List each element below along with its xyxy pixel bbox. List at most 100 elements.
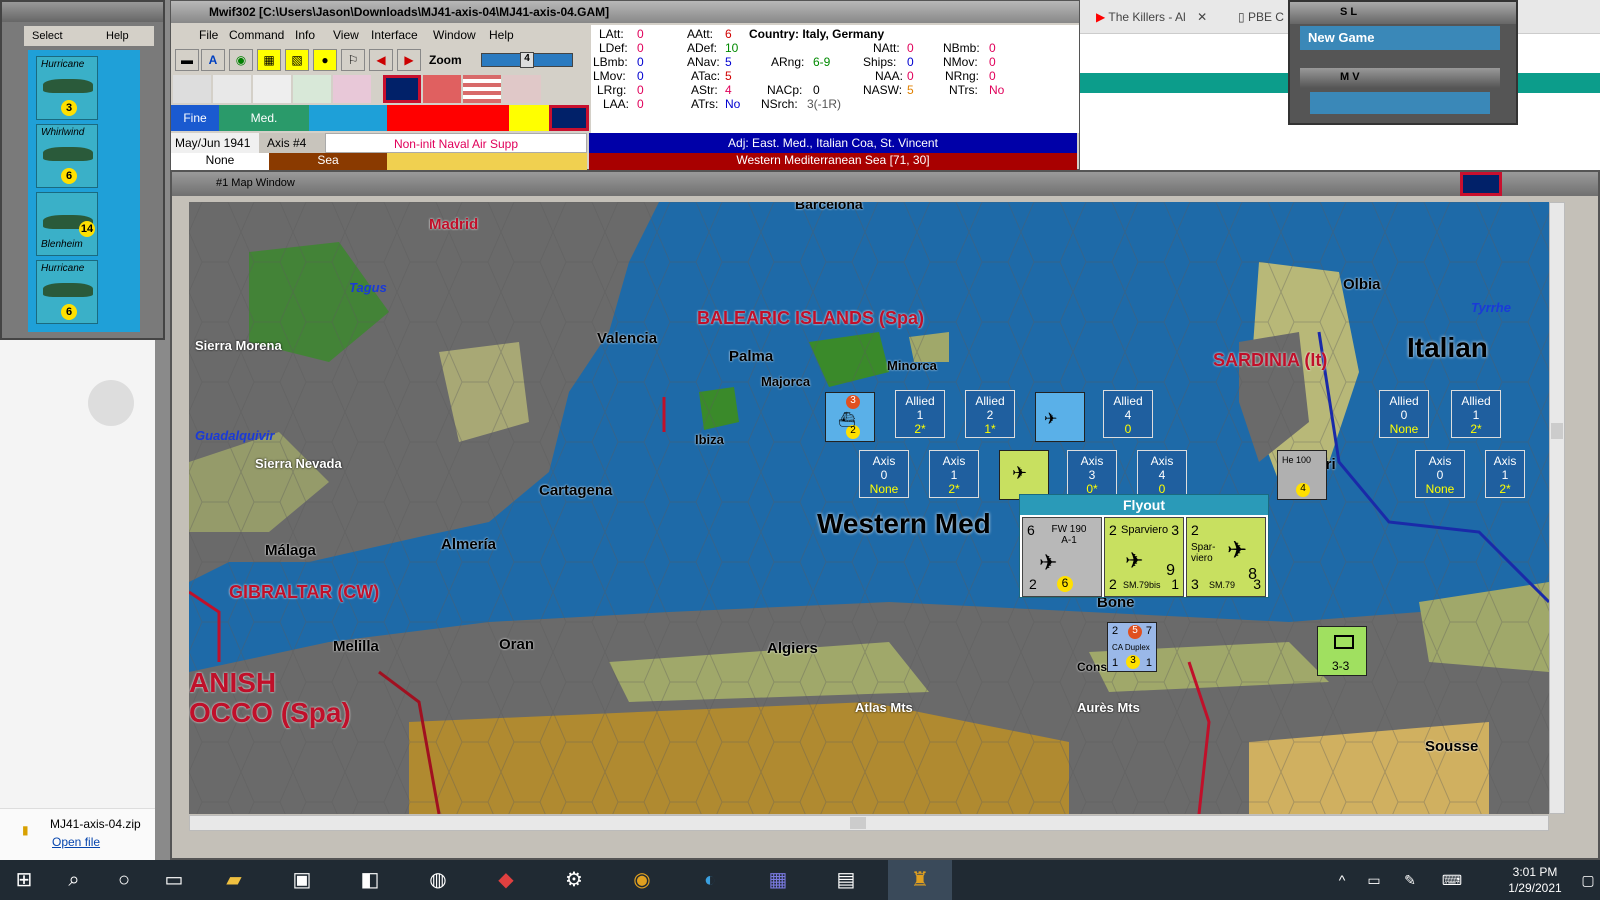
city-algiers[interactable]: Algiers [767, 640, 818, 657]
allied-stack[interactable]: Allied 4 0 [1103, 390, 1153, 438]
flag-italy-faded[interactable] [173, 75, 211, 103]
flag-japan-faded[interactable] [253, 75, 291, 103]
teams-icon[interactable]: ▦ [766, 868, 790, 892]
letter-a-icon[interactable]: A [201, 49, 225, 71]
menu-interface[interactable]: Interface [371, 28, 418, 42]
battery-icon[interactable]: ▭ [1362, 868, 1386, 892]
city-oran[interactable]: Oran [499, 636, 534, 653]
menu-window[interactable]: Window [433, 28, 476, 42]
allied-stack[interactable]: Allied 2 1* [965, 390, 1015, 438]
arrow-left-icon[interactable]: ◀ [369, 49, 393, 71]
search-icon[interactable]: ⌕ [62, 868, 86, 892]
new-game-button[interactable]: New Game [1300, 26, 1500, 50]
task-view-icon[interactable]: ▭ [162, 868, 186, 892]
unit-card[interactable]: Blenheim 14 [36, 192, 98, 256]
flag-china-faded[interactable] [333, 75, 371, 103]
pen-icon[interactable]: ✎ [1398, 868, 1422, 892]
chrome-icon[interactable]: ◉ [630, 868, 654, 892]
axis-stack[interactable]: Axis 1 2* [1485, 450, 1525, 498]
car-icon[interactable]: ▬ [175, 49, 199, 71]
city-malaga[interactable]: Málaga [265, 542, 316, 559]
flyout-unit-card[interactable]: 6 FW 190 A-1 ✈ 2 6 [1022, 517, 1102, 597]
allied-stack[interactable]: Allied 1 2* [1451, 390, 1501, 438]
open-file-link[interactable]: Open file [52, 835, 100, 849]
flag-icon[interactable]: ⚐ [341, 49, 365, 71]
flag-faded[interactable] [293, 75, 331, 103]
browser-tab-youtube[interactable]: ▶ The Killers - Al ✕ [1088, 6, 1215, 30]
browser-tab-pbe[interactable]: ▯ PBE C [1230, 6, 1292, 30]
system-clock[interactable]: 3:01 PM 1/29/2021 [1490, 864, 1580, 896]
menu-info[interactable]: Info [295, 28, 315, 42]
city-palma[interactable]: Palma [729, 348, 773, 365]
air-unit-counter[interactable]: ✈ [999, 450, 1049, 500]
flag-swiss-faded[interactable] [213, 75, 251, 103]
naval-unit-counter[interactable]: 3 2 ⛴ [825, 392, 875, 442]
naval-unit-counter[interactable]: 2 5 7 CA Duplex 1 3 1 [1107, 622, 1157, 672]
horizontal-scrollbar[interactable] [189, 815, 1549, 831]
cortana-icon[interactable]: ○ [112, 868, 136, 892]
city-almeria[interactable]: Almería [441, 536, 496, 553]
file-explorer-icon[interactable]: ▰ [222, 868, 246, 892]
edge-icon[interactable]: ◐ [698, 868, 722, 892]
zoom-slider-thumb[interactable]: 4 [520, 52, 534, 68]
city-constantine[interactable]: Cons [1077, 660, 1107, 674]
unit-card[interactable]: Hurricane 3 [36, 56, 98, 120]
menu-file[interactable]: File [199, 28, 218, 42]
air-unit-counter[interactable]: He 100 4 [1277, 450, 1327, 500]
city-valencia[interactable]: Valencia [597, 330, 657, 347]
vertical-scrollbar[interactable] [1549, 202, 1565, 814]
close-icon[interactable]: ✕ [1197, 10, 1207, 24]
pin-icon[interactable]: ● [313, 49, 337, 71]
app-icon[interactable]: ▤ [834, 868, 858, 892]
select-icon[interactable]: ▧ [285, 49, 309, 71]
axis-stack[interactable]: Axis 4 0 [1137, 450, 1187, 498]
menu-command[interactable]: Command [229, 28, 284, 42]
app-icon[interactable]: ◆ [494, 868, 518, 892]
hex-map[interactable]: Madrid Tagus Sierra Morena Valencia Guad… [189, 202, 1549, 814]
flyout-unit-card[interactable]: 2 Sparviero 3 ✈ 9 2 SM.79bis 1 [1104, 517, 1184, 597]
settings-gear-icon[interactable]: ⚙ [562, 868, 586, 892]
axis-stack[interactable]: Axis 0 None [859, 450, 909, 498]
axis-stack[interactable]: Axis 1 2* [929, 450, 979, 498]
menu-help[interactable]: Help [106, 30, 129, 42]
keyboard-icon[interactable]: ⌨ [1440, 868, 1464, 892]
menu-help[interactable]: Help [489, 28, 514, 42]
unit-card[interactable]: Whirlwind 6 [36, 124, 98, 188]
flag-uk[interactable] [383, 75, 421, 103]
allied-stack[interactable]: Allied 1 2* [895, 390, 945, 438]
scrollbar-thumb[interactable] [850, 817, 866, 829]
menu-view[interactable]: View [333, 28, 359, 42]
axis-stack[interactable]: Axis 0 None [1415, 450, 1465, 498]
arrow-right-icon[interactable]: ▶ [397, 49, 421, 71]
flag-swiss[interactable] [423, 75, 461, 103]
zoom-slider[interactable]: 4 [481, 52, 573, 68]
city-madrid[interactable]: Madrid [429, 216, 478, 233]
flyout-unit-card[interactable]: 2 Spar- viero ✈ 8 3 SM.79 3 [1186, 517, 1266, 597]
chevron-up-icon[interactable]: ^ [1330, 868, 1354, 892]
allied-stack[interactable]: Allied 0 None [1379, 390, 1429, 438]
app-icon[interactable]: ◍ [426, 868, 450, 892]
flag-ring-icon[interactable] [543, 75, 571, 103]
city-sousse[interactable]: Sousse [1425, 738, 1478, 755]
menu-select[interactable]: Select [32, 30, 63, 42]
city-cartagena[interactable]: Cartagena [539, 482, 612, 499]
windows-start-icon[interactable]: ⊞ [12, 868, 36, 892]
download-item[interactable]: ▮ MJ41-axis-04.zip Open file [0, 808, 155, 860]
people-icon[interactable] [88, 380, 134, 426]
notification-icon[interactable]: ▢ [1576, 868, 1600, 892]
air-unit-counter[interactable]: ✈ [1035, 392, 1085, 442]
grid-icon[interactable]: ▦ [257, 49, 281, 71]
app-icon[interactable]: ◧ [358, 868, 382, 892]
mwif-app-icon[interactable]: ♜ [888, 860, 952, 900]
scrollbar-thumb[interactable] [1551, 423, 1563, 439]
flag-usa[interactable] [463, 75, 501, 103]
unit-card[interactable]: Hurricane 6 [36, 260, 98, 324]
axis-stack[interactable]: Axis 3 0* [1067, 450, 1117, 498]
city-olbia[interactable]: Olbia [1343, 276, 1381, 293]
terminal-icon[interactable]: ▣ [290, 868, 314, 892]
city-barcelona[interactable]: Barcelona [795, 202, 863, 212]
target-icon[interactable]: ◉ [229, 49, 253, 71]
flag-faded[interactable] [503, 75, 541, 103]
city-melilla[interactable]: Melilla [333, 638, 379, 655]
land-unit-counter[interactable]: 3-3 [1317, 626, 1367, 676]
